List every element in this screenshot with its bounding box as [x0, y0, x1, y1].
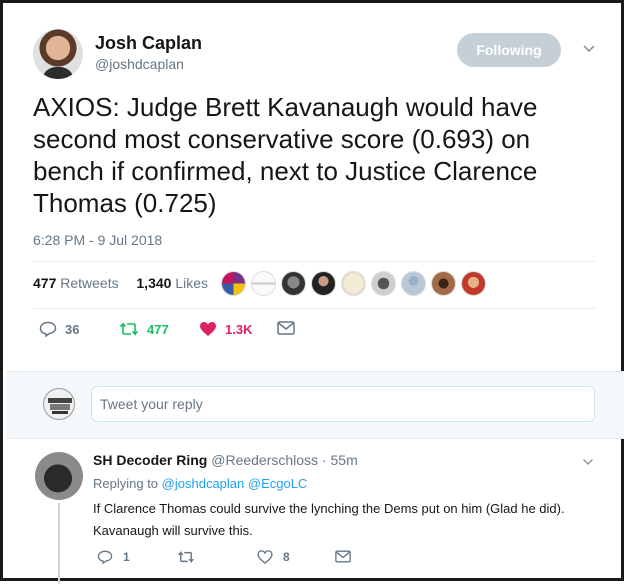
author-avatar[interactable]: [33, 29, 83, 79]
envelope-icon: [277, 321, 295, 335]
tweet-text: AXIOS: Judge Brett Kavanaugh would have …: [33, 92, 538, 218]
tweet-actions: 36 477 1.3K: [39, 321, 339, 341]
likes-label[interactable]: Likes: [175, 275, 208, 291]
reply-dm-action[interactable]: [335, 550, 351, 563]
heart-outline-icon: [257, 550, 273, 564]
reply-text: If Clarence Thomas could survive the lyn…: [93, 501, 565, 538]
reply-author-avatar[interactable]: [35, 452, 83, 500]
author-handle[interactable]: @joshdcaplan: [95, 56, 184, 72]
chevron-down-icon[interactable]: [581, 455, 595, 469]
retweet-action[interactable]: 477: [119, 321, 169, 337]
like-count: 1.3K: [225, 321, 253, 337]
retweet-count: 477: [147, 321, 169, 337]
reply-icon: [39, 321, 57, 337]
reply-like-action[interactable]: 8: [257, 550, 290, 564]
following-button[interactable]: Following: [457, 33, 561, 67]
retweets-label[interactable]: Retweets: [60, 275, 118, 291]
reply-like-count: 8: [283, 550, 290, 564]
reply-time[interactable]: · 55m: [322, 452, 358, 468]
reply-icon: [97, 550, 113, 564]
divider: [33, 261, 595, 262]
replying-to: Replying to @joshdcaplan @EcgoLC: [93, 476, 307, 491]
liker-avatar[interactable]: [221, 271, 246, 296]
liker-avatar[interactable]: [431, 271, 456, 296]
liker-avatar[interactable]: [401, 271, 426, 296]
liker-avatar[interactable]: [371, 271, 396, 296]
replying-to-users[interactable]: @joshdcaplan @EcgoLC: [162, 476, 308, 491]
retweet-icon: [119, 322, 139, 336]
reply-retweet-action[interactable]: [177, 550, 195, 564]
chevron-down-icon[interactable]: [581, 41, 597, 57]
reply-author-name[interactable]: SH Decoder Ring: [93, 452, 207, 468]
reply-action[interactable]: 36: [39, 321, 79, 337]
thread-line: [58, 503, 60, 584]
reply-actions: 1 8: [97, 550, 377, 570]
liker-avatar[interactable]: [341, 271, 366, 296]
direct-message-action[interactable]: [277, 321, 295, 335]
reply-reply-action[interactable]: 1: [97, 550, 130, 564]
tweet-card: Josh Caplan @joshdcaplan Following AXIOS…: [0, 0, 624, 584]
tweet-timestamp[interactable]: 6:28 PM - 9 Jul 2018: [33, 232, 162, 248]
reply-header: SH Decoder Ring @Reederschloss · 55m: [93, 452, 358, 468]
liker-avatar[interactable]: [311, 271, 336, 296]
likers-avatar-row: [221, 271, 486, 297]
engagement-stats: 477 Retweets 1,340 Likes: [33, 275, 208, 291]
divider: [33, 308, 595, 309]
likes-count[interactable]: 1,340: [136, 275, 171, 291]
author-name[interactable]: Josh Caplan: [95, 33, 202, 54]
reply-count: 36: [65, 321, 80, 337]
liker-avatar[interactable]: [461, 271, 486, 296]
reply-reply-count: 1: [123, 550, 130, 564]
retweet-icon: [178, 550, 194, 564]
envelope-icon: [335, 550, 351, 563]
like-action[interactable]: 1.3K: [199, 321, 252, 337]
liker-avatar[interactable]: [281, 271, 306, 296]
replying-to-label: Replying to: [93, 476, 159, 491]
liker-avatar[interactable]: [251, 271, 276, 296]
reply-author-handle[interactable]: @Reederschloss: [211, 452, 318, 468]
heart-icon: [200, 322, 216, 336]
reply-input[interactable]: Tweet your reply: [91, 386, 595, 422]
current-user-avatar[interactable]: [43, 388, 75, 420]
retweets-count[interactable]: 477: [33, 275, 56, 291]
